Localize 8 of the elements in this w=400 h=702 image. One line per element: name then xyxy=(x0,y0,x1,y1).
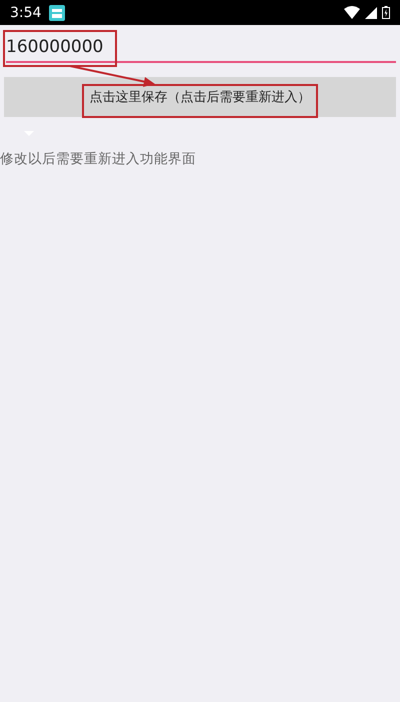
battery-icon xyxy=(382,6,390,19)
save-button[interactable]: 点击这里保存（点击后需要重新进入） xyxy=(4,77,396,117)
number-field[interactable]: 160000000 xyxy=(6,33,396,63)
wifi-icon xyxy=(344,6,360,19)
app-icon xyxy=(49,4,66,20)
signal-icon xyxy=(365,6,377,18)
clock-time: 3:54 xyxy=(10,4,42,20)
hint-text: 修改以后需要重新进入功能界面 xyxy=(0,150,197,168)
